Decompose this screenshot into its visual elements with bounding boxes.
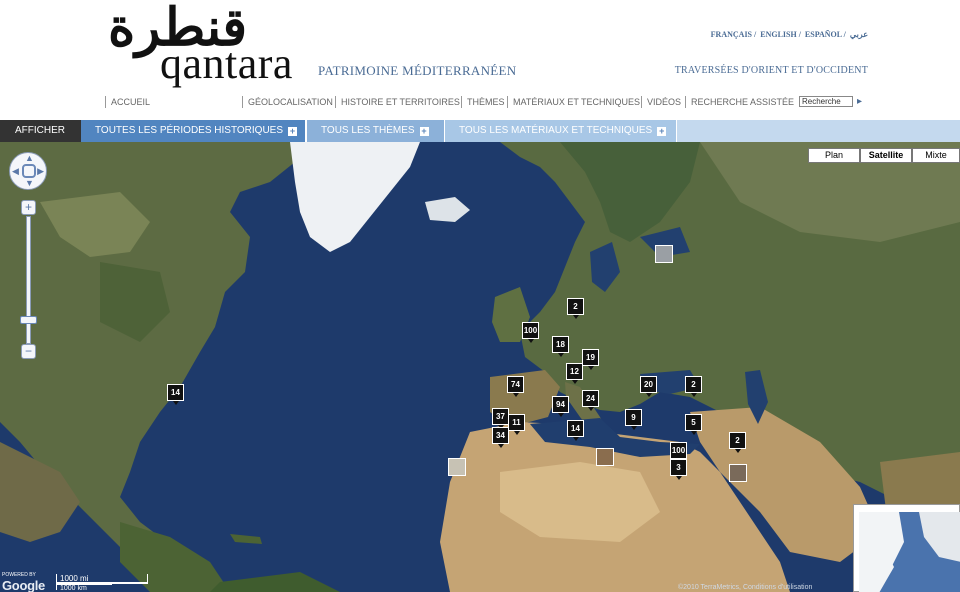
lang-arabic[interactable]: عربي [850, 30, 868, 39]
site-subtitle: TRAVERSÉES D'ORIENT ET D'OCCIDENT [674, 65, 868, 76]
nav-item-histoire[interactable]: HISTOIRE ET TERRITOIRES [335, 96, 460, 108]
nav-item-recherche-assistee[interactable]: RECHERCHE ASSISTÉE [685, 96, 794, 108]
search-arrow-icon[interactable]: ▸ [857, 96, 862, 107]
map-type-mixte-button[interactable]: Mixte [912, 148, 960, 163]
zoom-slider-handle[interactable] [20, 316, 37, 324]
lang-spanish[interactable]: ESPAÑOL / [805, 30, 846, 39]
map-marker[interactable]: 5 [685, 414, 702, 435]
themes-filter-label: TOUS LES THÈMES [321, 125, 415, 136]
map-marker[interactable]: 94 [552, 396, 569, 417]
filter-bar: AFFICHER TOUTES LES PÉRIODES HISTORIQUES… [0, 120, 960, 142]
map-marker[interactable]: 100 [670, 442, 687, 463]
map-marker[interactable]: 20 [640, 376, 657, 397]
zoom-slider[interactable] [26, 216, 31, 344]
map-marker[interactable]: 2 [685, 376, 702, 397]
logo-qantara[interactable]: qantara [160, 40, 293, 88]
plus-icon: + [657, 126, 667, 136]
map-thumbnail-marker[interactable] [448, 458, 466, 476]
pan-left-icon[interactable]: ◀ [12, 167, 19, 176]
pan-control[interactable]: ▲ ▼ ◀ ▶ [9, 152, 47, 190]
map-marker[interactable]: 9 [625, 409, 642, 430]
overview-map[interactable] [853, 504, 960, 592]
map-marker[interactable]: 14 [567, 420, 584, 441]
map-marker[interactable]: 11 [508, 414, 525, 435]
map-marker[interactable]: 74 [507, 376, 524, 397]
nav-item-themes[interactable]: THÈMES [461, 96, 505, 108]
periods-filter-label: TOUTES LES PÉRIODES HISTORIQUES [95, 125, 284, 136]
map-marker[interactable]: 18 [552, 336, 569, 357]
show-label: AFFICHER [0, 120, 81, 142]
scale-kilometers: 1000 km [56, 584, 112, 592]
zoom-out-button[interactable]: − [21, 344, 36, 359]
map-marker[interactable]: 24 [582, 390, 599, 411]
materials-filter-label: TOUS LES MATÉRIAUX ET TECHNIQUES [459, 125, 653, 136]
map-thumbnail-marker[interactable] [596, 448, 614, 466]
nav-item-geolocalisation[interactable]: GÉOLOCALISATION [242, 96, 333, 108]
map-marker[interactable]: 37 [492, 408, 509, 429]
map-scale: 1000 mi 1000 km [56, 574, 148, 592]
language-switcher: FRANÇAIS / ENGLISH / ESPAÑOL / عربي [709, 30, 868, 39]
hand-icon[interactable] [22, 164, 36, 178]
filter-bar-filler [677, 120, 960, 142]
search-input[interactable] [799, 96, 853, 107]
map-marker[interactable]: 3 [670, 459, 687, 480]
pan-down-icon[interactable]: ▼ [25, 179, 34, 188]
lang-french[interactable]: FRANÇAIS / [711, 30, 757, 39]
scale-miles: 1000 mi [56, 574, 148, 584]
satellite-map[interactable]: Plan Satellite Mixte ▲ ▼ ◀ ▶ + − 14 2 10… [0, 142, 960, 592]
lang-english[interactable]: ENGLISH / [760, 30, 801, 39]
google-logo[interactable]: Google [2, 578, 45, 592]
map-copyright: ©2010 TerraMetrics, Conditions d'utilisa… [678, 584, 813, 591]
pan-up-icon[interactable]: ▲ [25, 154, 34, 163]
nav-item-materiaux[interactable]: MATÉRIAUX ET TECHNIQUES [507, 96, 640, 108]
map-marker[interactable]: 2 [729, 432, 746, 453]
nav-item-accueil[interactable]: ACCUEIL [105, 96, 150, 108]
map-marker[interactable]: 14 [167, 384, 184, 405]
map-type-satellite-button[interactable]: Satellite [860, 148, 912, 163]
materials-filter[interactable]: TOUS LES MATÉRIAUX ET TECHNIQUES + [445, 120, 676, 142]
plus-icon: + [419, 126, 429, 136]
map-marker[interactable]: 100 [522, 322, 539, 343]
map-marker[interactable]: 34 [492, 427, 509, 448]
plus-icon: + [288, 126, 298, 136]
map-marker[interactable]: 19 [582, 349, 599, 370]
nav-item-videos[interactable]: VIDÉOS [641, 96, 681, 108]
zoom-in-button[interactable]: + [21, 200, 36, 215]
map-thumbnail-marker[interactable] [729, 464, 747, 482]
site-tagline: PATRIMOINE MÉDITERRANÉEN [318, 63, 517, 78]
main-nav: ACCUEIL GÉOLOCALISATION HISTOIRE ET TERR… [0, 96, 960, 110]
map-marker[interactable]: 12 [566, 363, 583, 384]
site-header: قنطرة qantara PATRIMOINE MÉDITERRANÉEN F… [0, 0, 960, 120]
map-marker[interactable]: 2 [567, 298, 584, 319]
overview-map-imagery [859, 512, 960, 592]
themes-filter[interactable]: TOUS LES THÈMES + [307, 120, 444, 142]
map-type-plan-button[interactable]: Plan [808, 148, 860, 163]
periods-filter[interactable]: TOUTES LES PÉRIODES HISTORIQUES + [81, 120, 305, 142]
pan-right-icon[interactable]: ▶ [37, 167, 44, 176]
map-imagery [0, 142, 960, 592]
map-thumbnail-marker[interactable] [655, 245, 673, 263]
